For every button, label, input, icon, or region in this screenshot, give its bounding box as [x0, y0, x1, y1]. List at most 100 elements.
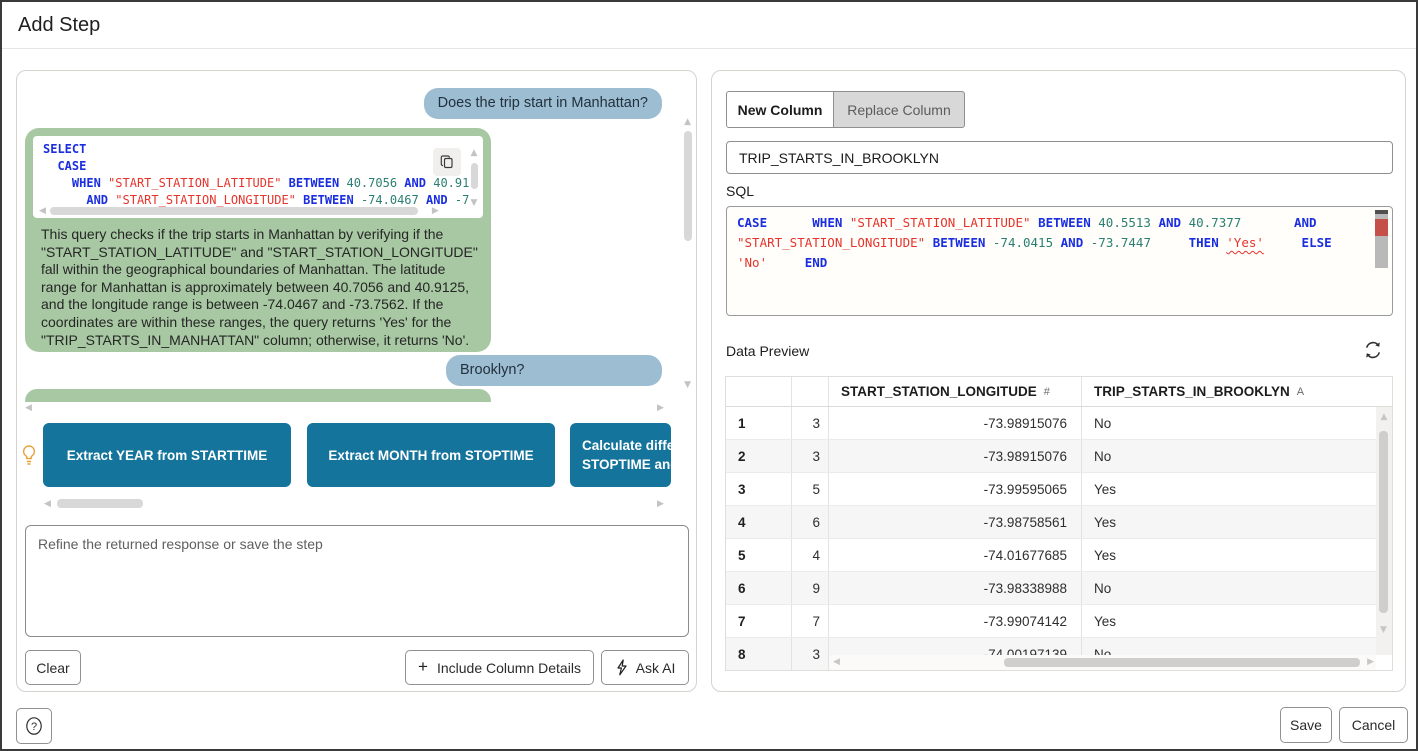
numeric-type-icon: #	[1044, 386, 1050, 398]
ai-explanation-text: This query checks if the trip starts in …	[41, 226, 481, 349]
user-message: Does the trip start in Manhattan?	[424, 88, 662, 119]
header-cell-rownum	[726, 377, 792, 406]
sql-snippet-code: SELECT CASE WHEN "START_STATION_LATITUDE…	[33, 136, 483, 209]
plus-icon: +	[418, 657, 428, 677]
table-cell: 7	[726, 605, 792, 637]
suggestions-scrollbar-thumb[interactable]	[57, 499, 143, 508]
question-mark-icon: ?	[24, 716, 44, 736]
suggestions-scroll-left-icon[interactable]: ◀	[44, 500, 51, 509]
table-row: 46-73.98758561Yes	[726, 506, 1392, 539]
chat-scroll-right-icon[interactable]: ▶	[657, 404, 664, 413]
table-cell: -73.99595065	[829, 473, 1082, 505]
editor-error-marker	[1375, 219, 1388, 236]
table-cell: 5	[726, 539, 792, 571]
table-cell: Yes	[1082, 539, 1378, 571]
tab-new-column[interactable]: New Column	[726, 91, 834, 128]
table-cell: -74.01677685	[829, 539, 1082, 571]
column-editor-panel: New Column Replace Column SQL CASE WHEN …	[711, 70, 1406, 692]
text-type-icon: A	[1297, 386, 1304, 398]
table-row: 23-73.98915076No	[726, 440, 1392, 473]
suggestion-button[interactable]: Extract YEAR from STARTTIME	[43, 423, 291, 487]
sql-editor[interactable]: CASE WHEN "START_STATION_LATITUDE" BETWE…	[726, 206, 1393, 316]
table-cell: 8	[726, 638, 792, 670]
save-button[interactable]: Save	[1280, 707, 1332, 743]
code-scroll-left-icon[interactable]: ◀	[39, 207, 46, 216]
table-scroll-left-icon[interactable]: ◀	[833, 658, 840, 667]
code-scroll-down-icon[interactable]: ▼	[471, 198, 478, 208]
code-scroll-right-icon[interactable]: ▶	[432, 207, 439, 216]
clear-button[interactable]: Clear	[25, 650, 81, 685]
page-title: Add Step	[18, 14, 100, 37]
table-scroll-up-icon[interactable]: ▲	[1376, 413, 1392, 422]
table-row: 69-73.98338988No	[726, 572, 1392, 605]
table-scroll-right-icon[interactable]: ▶	[1367, 658, 1374, 667]
column-name-input[interactable]	[726, 141, 1393, 174]
chat-scrollbar-thumb[interactable]	[684, 131, 692, 241]
table-cell: 4	[726, 506, 792, 538]
ask-ai-button[interactable]: Ask AI	[601, 650, 689, 685]
chat-scroll-up-icon[interactable]: ▲	[684, 118, 691, 127]
header-cell-longitude[interactable]: START_STATION_LONGITUDE #	[829, 377, 1082, 406]
table-horizontal-scrollbar[interactable]: ◀ ▶	[829, 655, 1378, 670]
sql-editor-code: CASE WHEN "START_STATION_LATITUDE" BETWE…	[727, 207, 1392, 279]
suggestion-button[interactable]: Extract MONTH from STOPTIME	[307, 423, 555, 487]
include-column-details-button[interactable]: + Include Column Details	[405, 650, 594, 685]
table-vscrollbar-thumb[interactable]	[1379, 431, 1388, 613]
help-button[interactable]: ?	[16, 708, 52, 744]
copy-icon	[439, 154, 455, 170]
table-cell: -73.99074142	[829, 605, 1082, 637]
copy-button[interactable]	[433, 148, 461, 176]
ai-response-bubble: SELECT CASE WHEN "START_STATION_LATITUDE…	[25, 128, 491, 352]
data-preview-table: START_STATION_LONGITUDE # TRIP_STARTS_IN…	[725, 376, 1393, 671]
table-scrollbar-corner	[1376, 655, 1392, 670]
table-cell: 3	[726, 473, 792, 505]
table-cell: Yes	[1082, 506, 1378, 538]
svg-text:?: ?	[31, 721, 37, 733]
cancel-button[interactable]: Cancel	[1339, 707, 1408, 743]
refresh-button[interactable]	[1361, 339, 1385, 363]
table-cell: Yes	[1082, 473, 1378, 505]
table-cell: -73.98758561	[829, 506, 1082, 538]
table-vertical-scrollbar[interactable]: ▲ ▼	[1376, 407, 1392, 657]
editor-overview-ruler[interactable]	[1375, 210, 1388, 312]
table-cell: -73.98915076	[829, 407, 1082, 439]
data-preview-label: Data Preview	[726, 343, 809, 359]
table-row: 77-73.99074142Yes	[726, 605, 1392, 638]
chat-scroll-left-icon[interactable]: ◀	[25, 404, 32, 413]
suggestion-button[interactable]: Calculate diffeSTOPTIME and	[570, 423, 671, 487]
table-header-row: START_STATION_LONGITUDE # TRIP_STARTS_IN…	[726, 377, 1392, 407]
sql-snippet-block: SELECT CASE WHEN "START_STATION_LATITUDE…	[33, 136, 483, 218]
code-hscrollbar-thumb[interactable]	[50, 207, 418, 215]
table-row: 54-74.01677685Yes	[726, 539, 1392, 572]
column-mode-tabs: New Column Replace Column	[726, 91, 965, 128]
tab-replace-column[interactable]: Replace Column	[834, 91, 965, 128]
table-row: 13-73.98915076No	[726, 407, 1392, 440]
add-step-dialog: Add Step Does the trip start in Manhatta…	[0, 0, 1418, 751]
header-cell-brooklyn[interactable]: TRIP_STARTS_IN_BROOKLYN A	[1082, 377, 1378, 406]
table-cell: -73.98915076	[829, 440, 1082, 472]
table-cell: Yes	[1082, 605, 1378, 637]
lightning-bolt-icon	[615, 659, 628, 676]
refine-response-input[interactable]	[25, 525, 689, 637]
header-divider	[2, 48, 1416, 49]
table-cell: 7	[792, 605, 829, 637]
sql-label: SQL	[726, 183, 754, 199]
code-horizontal-scrollbar[interactable]: ◀ ▶	[39, 206, 459, 216]
chat-panel: Does the trip start in Manhattan? ▲ ▼ SE…	[16, 70, 697, 692]
code-vertical-scrollbar[interactable]: ▲ ▼	[468, 142, 480, 210]
chat-scroll-down-icon[interactable]: ▼	[684, 381, 691, 390]
table-scroll-down-icon[interactable]: ▼	[1380, 626, 1387, 635]
suggestions-scroll-right-icon[interactable]: ▶	[657, 500, 664, 509]
table-cell: 4	[792, 539, 829, 571]
table-hscrollbar-thumb[interactable]	[1004, 658, 1360, 667]
table-cell: No	[1082, 572, 1378, 604]
editor-ruler-top-mark	[1375, 210, 1388, 214]
lightbulb-icon	[20, 444, 38, 473]
table-cell: 2	[726, 440, 792, 472]
code-vscrollbar-thumb[interactable]	[471, 163, 478, 189]
refresh-icon	[1363, 340, 1383, 360]
table-body: 13-73.98915076No23-73.98915076No35-73.99…	[726, 407, 1392, 671]
code-scroll-up-icon[interactable]: ▲	[471, 148, 478, 158]
table-cell: 3	[792, 638, 829, 670]
header-cell-clipped-column	[792, 377, 829, 406]
